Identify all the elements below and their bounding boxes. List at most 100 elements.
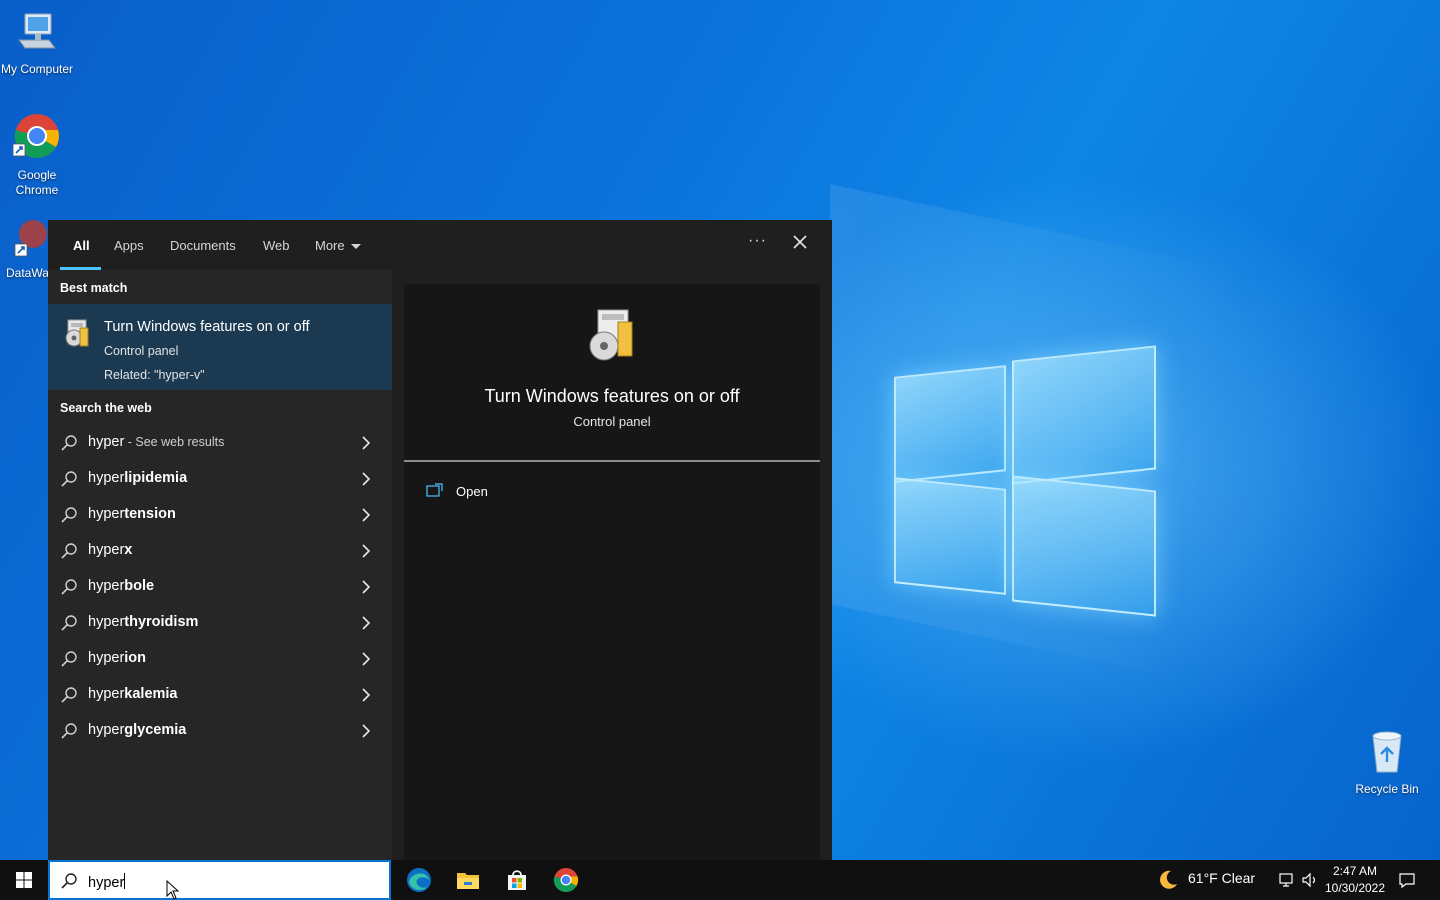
web-result-item[interactable]: hyperx bbox=[48, 532, 392, 568]
windows-features-icon bbox=[65, 319, 89, 347]
clock[interactable]: 2:47 AM 10/30/2022 bbox=[1322, 863, 1388, 897]
desktop-icon-label: Recycle Bin bbox=[1355, 782, 1419, 796]
web-result-item[interactable]: hyperlipidemia bbox=[48, 460, 392, 496]
chevron-down-icon bbox=[350, 244, 361, 250]
taskbar: hyper 61°F Clear 2:47 AM 10/30/2022 bbox=[0, 860, 1440, 900]
moon-icon[interactable] bbox=[1157, 869, 1179, 891]
web-result-item[interactable]: hyperkalemia bbox=[48, 676, 392, 712]
chevron-right-icon[interactable] bbox=[360, 724, 372, 738]
chevron-right-icon[interactable] bbox=[360, 580, 372, 594]
chevron-right-icon[interactable] bbox=[360, 616, 372, 630]
desktop-icon-recycle-bin[interactable]: Recycle Bin bbox=[1350, 728, 1424, 797]
chevron-right-icon[interactable] bbox=[360, 652, 372, 666]
results-list: Best match Turn Windows features on or o… bbox=[48, 270, 392, 860]
divider bbox=[404, 460, 820, 462]
query-prefix: hyper bbox=[88, 506, 125, 522]
chrome-icon bbox=[12, 114, 59, 158]
tab-documents[interactable]: Documents bbox=[170, 238, 236, 253]
result-detail-pane: Turn Windows features on or off Control … bbox=[404, 284, 820, 860]
web-result-text: hyperkalemia bbox=[88, 686, 178, 702]
web-result-text: hyper - See web results bbox=[88, 434, 224, 450]
web-result-item[interactable]: hyperthyroidism bbox=[48, 604, 392, 640]
query-completion: glycemia bbox=[124, 722, 187, 738]
see-web-results-label: - See web results bbox=[124, 435, 225, 449]
search-icon bbox=[61, 651, 77, 667]
query-prefix: hyper bbox=[88, 686, 125, 702]
web-result-item[interactable]: hyperion bbox=[48, 640, 392, 676]
detail-subtitle: Control panel bbox=[573, 414, 651, 429]
desktop-icon-my-computer[interactable]: My Computer bbox=[0, 10, 74, 77]
chrome-icon[interactable] bbox=[552, 866, 580, 894]
logo-pane bbox=[894, 365, 1006, 483]
query-prefix: hyper bbox=[88, 722, 125, 738]
network-icon[interactable] bbox=[1278, 871, 1296, 889]
volume-icon[interactable] bbox=[1301, 871, 1319, 889]
text-cursor bbox=[124, 873, 126, 889]
datawarehouse-icon bbox=[14, 220, 47, 257]
windows-features-icon bbox=[589, 309, 633, 361]
open-icon bbox=[426, 483, 443, 497]
search-tabs: All Apps Documents Web More ··· bbox=[48, 220, 832, 270]
search-icon bbox=[61, 507, 77, 523]
web-result-item[interactable]: hypertension bbox=[48, 496, 392, 532]
store-icon[interactable] bbox=[503, 866, 531, 894]
edge-icon[interactable] bbox=[405, 866, 433, 894]
computer-icon bbox=[18, 13, 56, 49]
web-result-text: hyperbole bbox=[88, 578, 154, 594]
query-completion: thyroidism bbox=[124, 614, 199, 630]
web-result-text: hyperion bbox=[88, 650, 146, 666]
search-icon bbox=[61, 543, 77, 559]
web-result-text: hypertension bbox=[88, 506, 176, 522]
query-completion: bole bbox=[124, 578, 155, 594]
web-result-text: hyperglycemia bbox=[88, 722, 186, 738]
web-result-item[interactable]: hyper - See web results bbox=[48, 424, 392, 460]
web-result-text: hyperthyroidism bbox=[88, 614, 198, 630]
tab-all[interactable]: All bbox=[73, 238, 90, 253]
web-result-item[interactable]: hyperglycemia bbox=[48, 712, 392, 748]
web-result-item[interactable]: hyperbole bbox=[48, 568, 392, 604]
best-match-subtitle: Control panel bbox=[104, 344, 179, 358]
query-completion: ion bbox=[124, 650, 147, 666]
search-icon bbox=[61, 435, 77, 451]
file-explorer-icon[interactable] bbox=[454, 866, 482, 894]
search-icon bbox=[61, 579, 77, 595]
logo-pane bbox=[1012, 475, 1156, 617]
logo-pane bbox=[1012, 345, 1156, 485]
windows-start-icon[interactable] bbox=[0, 860, 48, 900]
best-match-related: Related: "hyper-v" bbox=[104, 368, 205, 382]
more-options-button[interactable]: ··· bbox=[748, 232, 767, 250]
chevron-right-icon[interactable] bbox=[360, 436, 372, 450]
query-prefix: hyper bbox=[88, 542, 125, 558]
tab-apps[interactable]: Apps bbox=[114, 238, 144, 253]
open-action-label: Open bbox=[456, 484, 488, 499]
best-match-title: Turn Windows features on or off bbox=[104, 319, 310, 335]
mouse-cursor-icon bbox=[166, 880, 180, 900]
chevron-right-icon[interactable] bbox=[360, 472, 372, 486]
search-panel: All Apps Documents Web More ··· Best mat… bbox=[48, 220, 832, 860]
chevron-right-icon[interactable] bbox=[360, 688, 372, 702]
search-icon bbox=[61, 873, 77, 889]
query-prefix: hyper bbox=[88, 470, 125, 486]
weather-text[interactable]: 61°F Clear bbox=[1188, 870, 1255, 886]
query-completion: x bbox=[124, 542, 133, 558]
web-result-text: hyperlipidemia bbox=[88, 470, 187, 486]
clock-date: 10/30/2022 bbox=[1324, 881, 1386, 895]
chevron-right-icon[interactable] bbox=[360, 508, 372, 522]
close-icon[interactable] bbox=[792, 234, 808, 250]
tab-web[interactable]: Web bbox=[263, 238, 290, 253]
taskbar-search-input[interactable]: hyper bbox=[48, 860, 391, 900]
notification-icon[interactable] bbox=[1398, 871, 1416, 889]
search-icon bbox=[61, 723, 77, 739]
best-match-heading: Best match bbox=[60, 281, 128, 295]
desktop-icon-google-chrome[interactable]: Google Chrome bbox=[0, 112, 74, 198]
query-prefix: hyper bbox=[88, 650, 125, 666]
best-match-item[interactable]: Turn Windows features on or off Control … bbox=[48, 304, 392, 390]
desktop-icon-label: Google Chrome bbox=[15, 168, 59, 197]
clock-time: 2:47 AM bbox=[1332, 864, 1378, 878]
query-prefix: hyper bbox=[88, 578, 125, 594]
tab-more-label: More bbox=[315, 238, 345, 253]
web-result-text: hyperx bbox=[88, 542, 132, 558]
open-action[interactable]: Open bbox=[426, 480, 626, 504]
tab-more[interactable]: More bbox=[315, 238, 361, 253]
chevron-right-icon[interactable] bbox=[360, 544, 372, 558]
